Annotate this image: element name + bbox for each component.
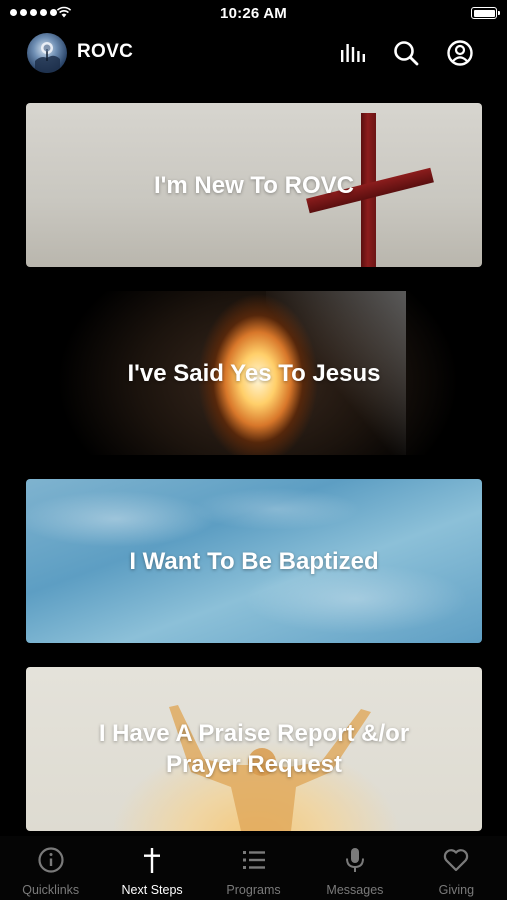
tab-label: Giving bbox=[438, 883, 475, 897]
list-icon bbox=[242, 851, 265, 869]
heart-icon bbox=[444, 849, 469, 872]
app-title: ROVC bbox=[77, 41, 134, 62]
cross-icon bbox=[144, 848, 161, 873]
microphone-icon bbox=[345, 848, 364, 872]
tab-bar: Quicklinks Next Steps Programs Messages bbox=[0, 836, 507, 900]
status-time: 10:26 AM bbox=[220, 5, 287, 22]
tab-messages[interactable]: Messages bbox=[304, 836, 405, 900]
next-steps-list: I'm New To ROVC I've Said Yes To Jesus I… bbox=[26, 103, 482, 855]
card-new-to-rovc[interactable]: I'm New To ROVC bbox=[26, 103, 482, 267]
battery-icon bbox=[471, 7, 500, 19]
card-want-to-be-baptized[interactable]: I Want To Be Baptized bbox=[26, 479, 482, 643]
account-icon[interactable] bbox=[446, 39, 474, 67]
tab-programs[interactable]: Programs bbox=[203, 836, 304, 900]
card-said-yes-to-jesus[interactable]: I've Said Yes To Jesus bbox=[26, 291, 482, 455]
card-praise-report-prayer-request[interactable]: I Have A Praise Report &/or Prayer Reque… bbox=[26, 667, 482, 831]
equalizer-icon[interactable] bbox=[338, 39, 366, 67]
tab-label: Quicklinks bbox=[22, 883, 80, 897]
tab-label: Messages bbox=[326, 883, 384, 897]
tab-quicklinks[interactable]: Quicklinks bbox=[0, 836, 101, 900]
tab-label: Programs bbox=[226, 883, 281, 897]
info-icon bbox=[38, 847, 64, 873]
tab-label: Next Steps bbox=[121, 883, 183, 897]
card-title: I've Said Yes To Jesus bbox=[127, 359, 381, 387]
tab-giving[interactable]: Giving bbox=[406, 836, 507, 900]
tab-next-steps[interactable]: Next Steps bbox=[101, 836, 202, 900]
card-title: I'm New To ROVC bbox=[154, 171, 354, 199]
app-header: ROVC bbox=[0, 28, 507, 78]
app-logo[interactable] bbox=[27, 33, 67, 73]
search-icon[interactable] bbox=[392, 39, 420, 67]
status-bar: 10:26 AM bbox=[0, 0, 507, 28]
card-title: I Want To Be Baptized bbox=[129, 547, 379, 575]
card-title: I Have A Praise Report &/or Prayer Reque… bbox=[98, 720, 410, 778]
battery-level bbox=[473, 9, 495, 17]
